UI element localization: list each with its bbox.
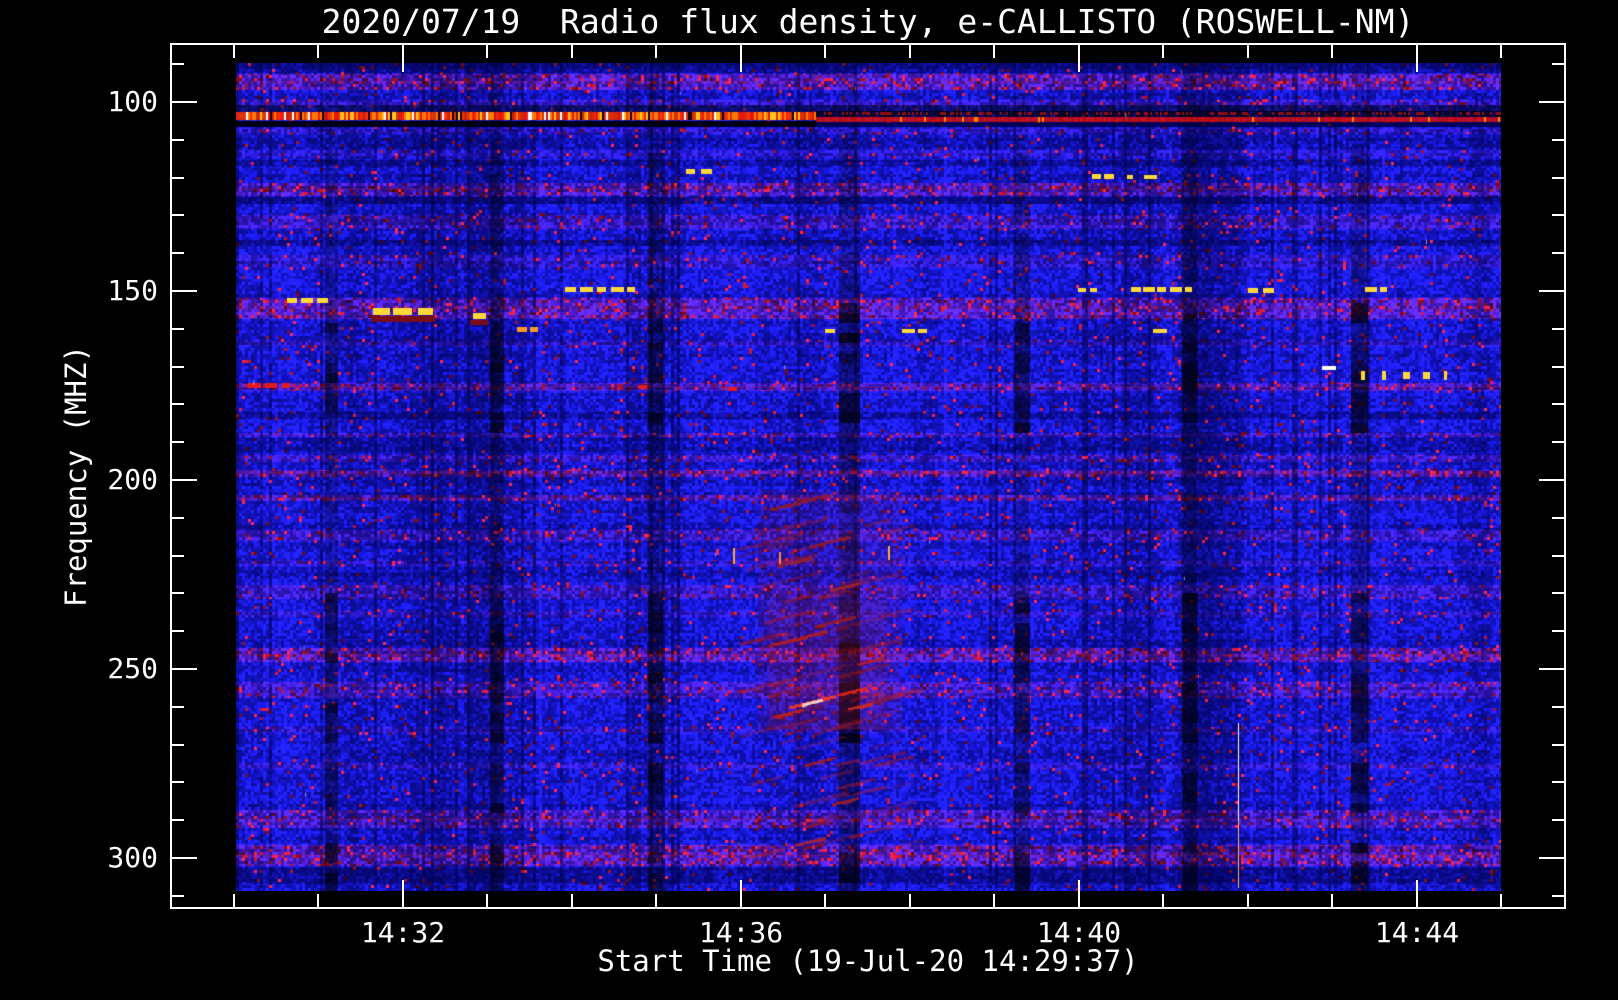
axes-frame bbox=[170, 43, 1566, 909]
x-tick-label: 14:36 bbox=[698, 916, 784, 949]
y-tick-label: 100 bbox=[107, 84, 158, 118]
x-tick-label: 14:44 bbox=[1374, 916, 1460, 949]
x-axis-title: Start Time (19-Jul-20 14:29:37) bbox=[597, 944, 1139, 978]
x-tick-label: 14:32 bbox=[360, 916, 446, 949]
x-tick-label: 14:40 bbox=[1036, 916, 1122, 949]
y-tick-label: 250 bbox=[107, 651, 158, 685]
y-tick-label: 150 bbox=[107, 273, 158, 307]
radio-spectrogram-figure: 2020/07/19 Radio flux density, e-CALLIST… bbox=[0, 0, 1618, 1000]
y-tick-label: 200 bbox=[107, 462, 158, 496]
plot-title: 2020/07/19 Radio flux density, e-CALLIST… bbox=[321, 2, 1415, 41]
y-tick-label: 300 bbox=[107, 840, 158, 874]
